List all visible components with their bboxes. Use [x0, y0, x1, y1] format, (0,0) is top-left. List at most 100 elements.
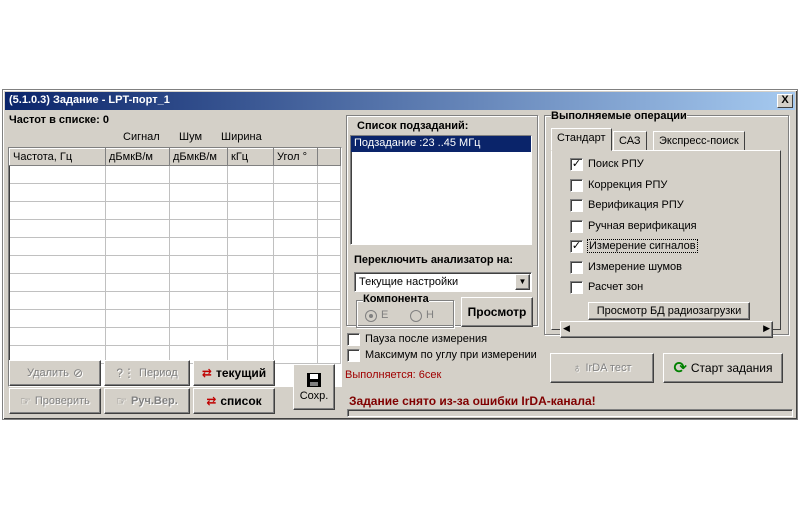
subtask-item[interactable]: Подзадание :23 ..45 МГц [351, 136, 531, 152]
table-row[interactable] [9, 291, 341, 310]
manual-verify-button[interactable]: ☞ Руч.Вер. [104, 388, 190, 414]
scroll-right-icon[interactable]: ▶ [763, 323, 770, 334]
table-row[interactable] [9, 273, 341, 292]
table-cell [9, 291, 106, 310]
analyzer-select[interactable]: Текущие настройки ▼ [354, 272, 532, 292]
table-cell [273, 183, 318, 202]
pause-label: Пауза после измерения [365, 333, 488, 345]
title-bar[interactable]: (5.1.0.3) Задание - LPT-порт_1 X [5, 92, 795, 110]
col-noise[interactable]: дБмкВ/м [169, 148, 228, 166]
add-current-button[interactable]: ⇄ текущий [193, 360, 275, 386]
col-group-width: Ширина [221, 131, 262, 143]
add-list-button[interactable]: ⇄ список [193, 388, 275, 414]
pause-checkbox[interactable] [347, 333, 360, 346]
table-cell [227, 273, 274, 292]
table-row[interactable] [9, 165, 341, 184]
task-window: (5.1.0.3) Задание - LPT-порт_1 X Частот … [2, 89, 798, 420]
tab-saz[interactable]: САЗ [613, 131, 647, 151]
component-h-radio[interactable] [410, 310, 422, 322]
component-e-label: E [381, 309, 389, 321]
delete-button[interactable]: Удалить ⊘ [9, 360, 101, 386]
col-signal[interactable]: дБмкВ/м [105, 148, 170, 166]
col-width[interactable]: кГц [227, 148, 274, 166]
table-row[interactable] [9, 219, 341, 238]
table-cell [105, 291, 170, 310]
table-cell [169, 219, 228, 238]
table-row[interactable] [9, 201, 341, 220]
freq-count-label: Частот в списке: 0 [9, 114, 110, 126]
delete-button-label: Удалить [26, 367, 69, 379]
table-row[interactable] [9, 327, 341, 346]
start-task-button[interactable]: ⟳ Старт задания [663, 353, 783, 383]
table-cell [169, 165, 228, 184]
chevron-down-icon[interactable]: ▼ [515, 274, 530, 290]
table-cell [169, 327, 228, 346]
table-cell [273, 201, 318, 220]
start-task-label: Старт задания [690, 361, 773, 375]
analyzer-select-value: Текущие настройки [359, 276, 459, 288]
table-cell [317, 345, 341, 364]
operation-checkbox[interactable] [570, 178, 583, 192]
max-angle-checkbox[interactable] [347, 349, 360, 362]
table-cell [9, 183, 106, 202]
component-h-label: H [426, 309, 434, 321]
operation-checkbox[interactable] [570, 260, 583, 274]
check-button[interactable]: ☞ Проверить [9, 388, 101, 414]
operation-checkbox[interactable]: ✓ [570, 158, 583, 171]
table-cell [273, 219, 318, 238]
table-cell [105, 183, 170, 202]
table-cell [273, 309, 318, 328]
col-frequency[interactable]: Частота, Гц [9, 148, 106, 166]
operation-label: Расчет зон [588, 281, 644, 293]
refresh-icon: ⟳ [673, 360, 687, 377]
subtasks-title: Список подзаданий: [357, 120, 469, 132]
close-button[interactable]: X [777, 94, 793, 108]
operation-checkbox[interactable] [570, 281, 583, 294]
table-row[interactable] [9, 309, 341, 328]
col-angle[interactable]: Угол ° [273, 148, 318, 166]
check-button-label: Проверить [34, 395, 90, 407]
table-cell [317, 327, 341, 346]
view-button[interactable]: Просмотр [461, 297, 533, 327]
scroll-left-icon[interactable]: ◀ [563, 323, 570, 334]
table-cell [273, 327, 318, 346]
horizontal-scrollbar[interactable]: ◀ ▶ [560, 321, 773, 338]
table-row[interactable] [9, 183, 341, 202]
table-cell [273, 255, 318, 274]
operation-checkbox[interactable] [570, 219, 583, 233]
frequency-table[interactable]: Частота, Гц дБмкВ/м дБмкВ/м кГц Угол ° [8, 147, 342, 387]
add-list-arrows-icon: ⇄ [206, 394, 217, 408]
operation-checkbox[interactable]: ✓ [570, 240, 583, 253]
table-row[interactable] [9, 237, 341, 256]
subtasks-list[interactable]: Подзадание :23 ..45 МГц [350, 135, 532, 245]
operation-checkbox[interactable] [570, 199, 583, 212]
db-view-button[interactable]: Просмотр БД радиозагрузки [588, 302, 750, 320]
progress-bar [347, 409, 793, 417]
table-cell [169, 309, 228, 328]
save-button[interactable]: Сохр. [293, 364, 335, 410]
table-cell [169, 291, 228, 310]
save-button-label: Сохр. [299, 390, 329, 402]
manual-verify-label: Руч.Вер. [131, 395, 178, 407]
table-cell [105, 237, 170, 256]
tab-standard[interactable]: Стандарт [551, 128, 612, 151]
table-cell [105, 309, 170, 328]
table-cell [9, 273, 106, 292]
col-group-signal: Сигнал [123, 131, 160, 143]
period-button[interactable]: ?⋮ Период [104, 360, 190, 386]
table-cell [9, 201, 106, 220]
operation-label: Ручная верификация [588, 219, 697, 232]
table-cell [317, 273, 341, 292]
col-filler [317, 148, 341, 166]
add-list-label: список [220, 394, 262, 408]
component-e-radio[interactable] [365, 310, 377, 322]
prohibited-icon: ⊘ [72, 366, 84, 380]
table-row[interactable] [9, 255, 341, 274]
irda-test-button[interactable]: ♁ IrDA тест [550, 353, 654, 383]
table-cell [105, 327, 170, 346]
floppy-disk-icon [307, 373, 321, 387]
table-cell [9, 255, 106, 274]
table-header-row: Частота, Гц дБмкВ/м дБмкВ/м кГц Угол ° [9, 148, 341, 166]
tab-express-search[interactable]: Экспресс-поиск [653, 131, 745, 151]
table-cell [9, 237, 106, 256]
